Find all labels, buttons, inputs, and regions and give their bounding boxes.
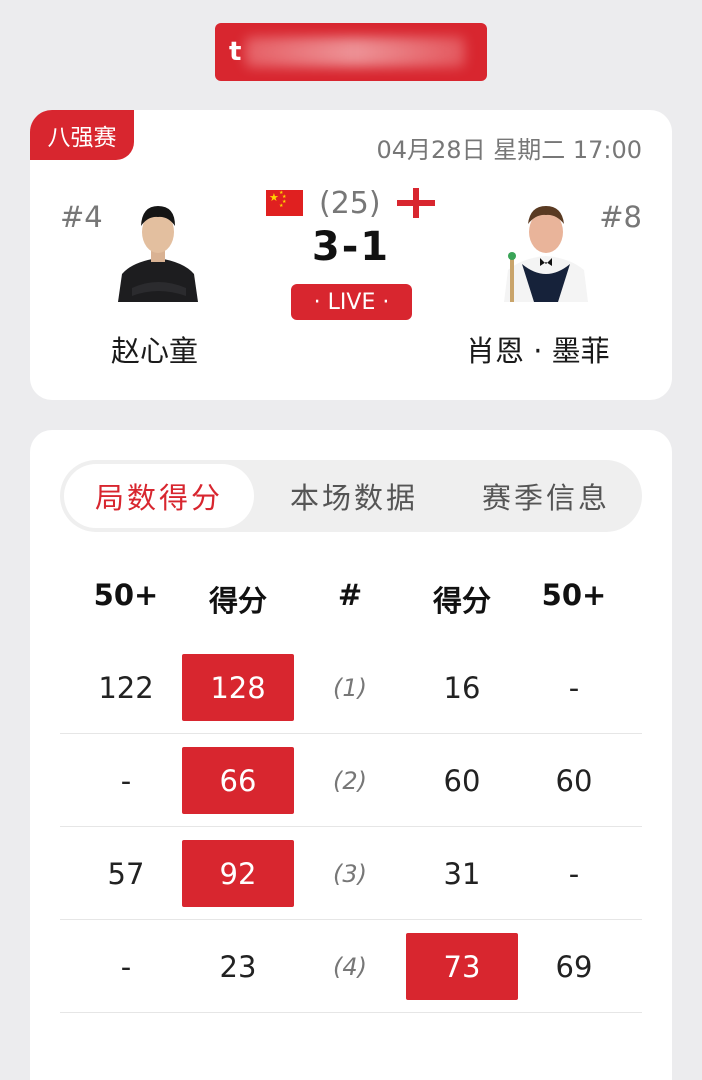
china-flag-icon: ★ ★ ★ ★ ★ bbox=[266, 190, 303, 216]
left-player-avatar[interactable] bbox=[112, 192, 204, 302]
header-right-score: 得分 bbox=[432, 584, 491, 618]
left-break-cell: - bbox=[120, 949, 132, 984]
left-player-seed: #4 bbox=[60, 200, 103, 234]
stats-card: 局数得分 本场数据 赛季信息 50+ 得分 # 得分 50+ 122 128 (1)… bbox=[30, 430, 672, 1080]
right-break-cell: - bbox=[568, 856, 580, 891]
frame-number-cell: (1) bbox=[333, 673, 367, 702]
left-score-cell: 66 bbox=[182, 734, 294, 827]
left-score-cell: 128 bbox=[182, 641, 294, 734]
right-score-cell: 16 bbox=[443, 670, 481, 705]
tab-frame-scores[interactable]: 局数得分 bbox=[64, 464, 254, 528]
header-left-break: 50+ bbox=[93, 578, 159, 612]
right-score-cell: 60 bbox=[443, 763, 481, 798]
frame-number-cell: (2) bbox=[333, 766, 367, 795]
tab-match-stats[interactable]: 本场数据 bbox=[264, 460, 444, 532]
best-of-frames: (25) bbox=[319, 186, 381, 221]
winning-score-highlight: 92 bbox=[182, 840, 294, 907]
banner-text: t bbox=[229, 37, 242, 67]
right-player-seed: #8 bbox=[599, 200, 642, 234]
stats-tab-bar: 局数得分 本场数据 赛季信息 bbox=[60, 460, 642, 532]
header-left-score: 得分 bbox=[208, 584, 267, 618]
england-flag-icon bbox=[397, 188, 435, 218]
banner-blur-overlay bbox=[245, 37, 465, 67]
left-break-cell: 57 bbox=[107, 856, 145, 891]
match-score: 3-1 bbox=[311, 224, 391, 270]
frame-number-cell: (3) bbox=[333, 859, 367, 888]
live-badge[interactable]: · LIVE · bbox=[291, 284, 412, 320]
left-break-cell: - bbox=[120, 763, 132, 798]
table-row: - 23 (4) 73 69 bbox=[60, 920, 642, 1013]
header-frame-number: # bbox=[337, 578, 363, 612]
right-score-cell: 31 bbox=[443, 856, 481, 891]
winning-score-highlight: 66 bbox=[182, 747, 294, 814]
right-break-cell: 60 bbox=[555, 763, 593, 798]
right-player-avatar[interactable] bbox=[500, 192, 592, 302]
right-break-cell: - bbox=[568, 670, 580, 705]
table-row: 57 92 (3) 31 - bbox=[60, 827, 642, 920]
left-score-cell: 23 bbox=[219, 949, 257, 984]
right-player-name[interactable]: 肖恩 · 墨菲 bbox=[466, 328, 610, 370]
right-score-cell: 73 bbox=[406, 920, 518, 1013]
table-row: - 66 (2) 60 60 bbox=[60, 734, 642, 827]
tab-season-info[interactable]: 赛季信息 bbox=[454, 460, 638, 532]
left-player-name[interactable]: 赵心童 bbox=[111, 328, 198, 370]
stage-badge: 八强赛 bbox=[30, 110, 134, 160]
right-break-cell: 69 bbox=[555, 949, 593, 984]
header-right-break: 50+ bbox=[541, 578, 607, 612]
frame-number-cell: (4) bbox=[333, 952, 367, 981]
left-break-cell: 122 bbox=[98, 670, 154, 705]
left-score-cell: 92 bbox=[182, 827, 294, 920]
table-row: 122 128 (1) 16 - bbox=[60, 641, 642, 734]
winning-score-highlight: 73 bbox=[406, 933, 518, 1000]
match-card: 八强赛 04月28日 星期二 17:00 #4 #8 赵心童 肖恩 · 墨菲 ★… bbox=[30, 110, 672, 400]
winning-score-highlight: 128 bbox=[182, 654, 294, 721]
top-banner[interactable]: t bbox=[215, 23, 487, 81]
match-datetime: 04月28日 星期二 17:00 bbox=[376, 136, 643, 164]
